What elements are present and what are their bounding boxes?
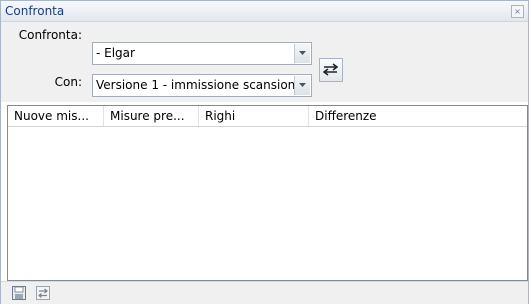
chevron-down-icon[interactable] (294, 76, 310, 95)
column-new-measures[interactable]: Nuove mis... (8, 106, 104, 126)
close-icon[interactable]: × (511, 5, 524, 18)
panel-title: Confronta (5, 4, 65, 18)
compare-panel: Confronta × Confronta: - Elgar Con: Vers… (0, 0, 529, 304)
column-old-measures[interactable]: Misure pre... (104, 106, 199, 126)
compare-options: Confronta: - Elgar Con: Versione 1 - imm… (1, 22, 528, 102)
with-dropdown[interactable]: Versione 1 - immissione scansione (92, 74, 312, 97)
save-icon[interactable] (11, 285, 27, 301)
title-bar: Confronta × (1, 1, 528, 22)
column-differences[interactable]: Differenze (309, 106, 527, 126)
swap-button[interactable] (319, 58, 343, 82)
differences-table: Nuove mis... Misure pre... Righi Differe… (7, 105, 528, 281)
with-label: Con: (54, 75, 82, 89)
table-header: Nuove mis... Misure pre... Righi Differe… (8, 106, 527, 127)
chevron-down-icon[interactable] (294, 44, 310, 63)
compare-dropdown[interactable]: - Elgar (92, 42, 312, 65)
compare-dropdown-value: - Elgar (96, 46, 135, 60)
bottom-toolbar (1, 281, 528, 304)
compare-label: Confronta: (18, 28, 82, 42)
with-dropdown-value: Versione 1 - immissione scansione (96, 78, 303, 92)
column-staves[interactable]: Righi (199, 106, 309, 126)
apply-changes-icon[interactable] (35, 285, 51, 301)
